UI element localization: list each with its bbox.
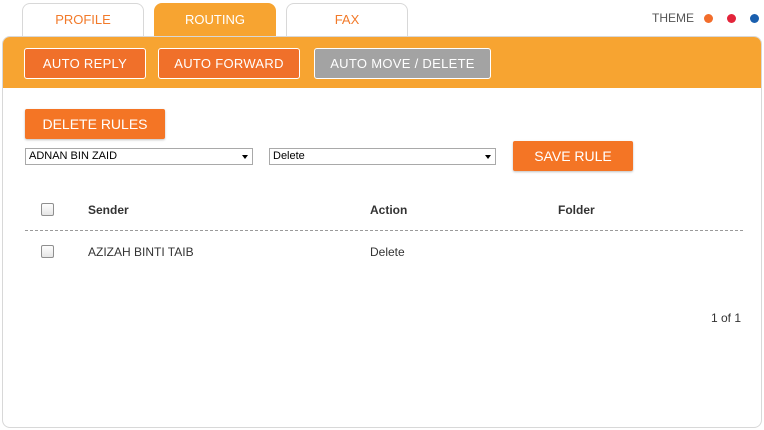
tab-fax[interactable]: FAX <box>286 3 408 37</box>
theme-picker: THEME <box>652 11 759 25</box>
sender-select-value: ADNAN BIN ZAID <box>29 150 118 162</box>
theme-blue-dot[interactable] <box>750 13 759 23</box>
tab-routing[interactable]: ROUTING <box>154 3 276 37</box>
tab-profile[interactable]: PROFILE <box>22 3 144 37</box>
action-select-value: Delete <box>273 150 305 162</box>
auto-forward-button[interactable]: AUTO FORWARD <box>158 48 300 79</box>
column-header-action: Action <box>370 203 408 217</box>
table-divider <box>25 230 743 231</box>
row-sender: AZIZAH BINTI TAIB <box>88 245 194 259</box>
save-rule-button[interactable]: SAVE RULE <box>513 141 633 171</box>
auto-move-delete-button[interactable]: AUTO MOVE / DELETE <box>314 48 491 79</box>
theme-orange-dot[interactable] <box>704 13 713 23</box>
theme-label: THEME <box>652 11 694 25</box>
theme-red-dot[interactable] <box>727 13 736 23</box>
routing-panel: AUTO REPLY AUTO FORWARD AUTO MOVE / DELE… <box>2 36 762 428</box>
select-all-checkbox[interactable] <box>41 203 54 216</box>
action-select[interactable]: Delete <box>269 148 496 165</box>
column-header-sender: Sender <box>88 203 129 217</box>
routing-subnav: AUTO REPLY AUTO FORWARD AUTO MOVE / DELE… <box>3 37 761 88</box>
row-checkbox[interactable] <box>41 245 54 258</box>
pagination-label: 1 of 1 <box>711 311 742 325</box>
delete-rules-button[interactable]: DELETE RULES <box>25 109 165 139</box>
chevron-down-icon <box>485 155 491 159</box>
chevron-down-icon <box>242 155 248 159</box>
sender-select[interactable]: ADNAN BIN ZAID <box>25 148 253 165</box>
column-header-folder: Folder <box>558 203 595 217</box>
auto-reply-button[interactable]: AUTO REPLY <box>24 48 146 79</box>
row-action: Delete <box>370 245 405 259</box>
